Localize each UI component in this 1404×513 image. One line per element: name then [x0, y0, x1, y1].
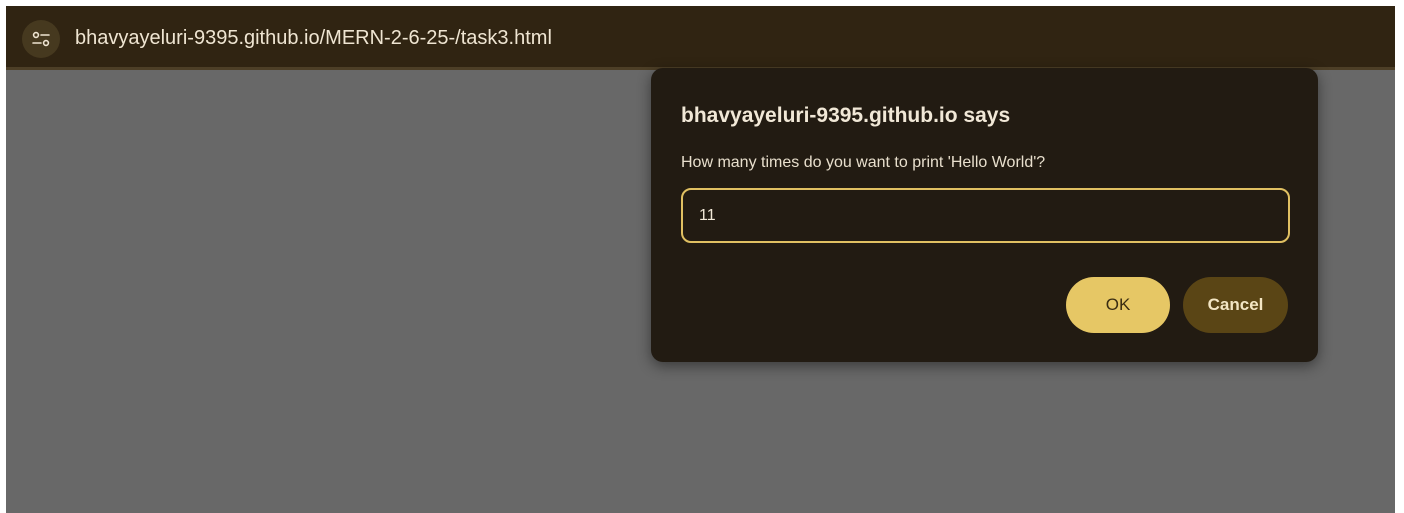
prompt-dialog: bhavyayeluri-9395.github.io says How man… [651, 68, 1318, 362]
address-bar[interactable]: bhavyayeluri-9395.github.io/MERN-2-6-25-… [6, 6, 1395, 70]
prompt-input[interactable] [681, 188, 1290, 243]
cancel-button[interactable]: Cancel [1183, 277, 1288, 333]
dialog-title: bhavyayeluri-9395.github.io says [681, 104, 1011, 127]
url-text[interactable]: bhavyayeluri-9395.github.io/MERN-2-6-25-… [75, 24, 552, 52]
site-info-button[interactable] [22, 20, 60, 58]
dialog-message: How many times do you want to print 'Hel… [681, 154, 1046, 171]
browser-window: bhavyayeluri-9395.github.io/MERN-2-6-25-… [6, 6, 1395, 513]
ok-button[interactable]: OK [1066, 277, 1170, 333]
tune-icon [32, 31, 50, 47]
